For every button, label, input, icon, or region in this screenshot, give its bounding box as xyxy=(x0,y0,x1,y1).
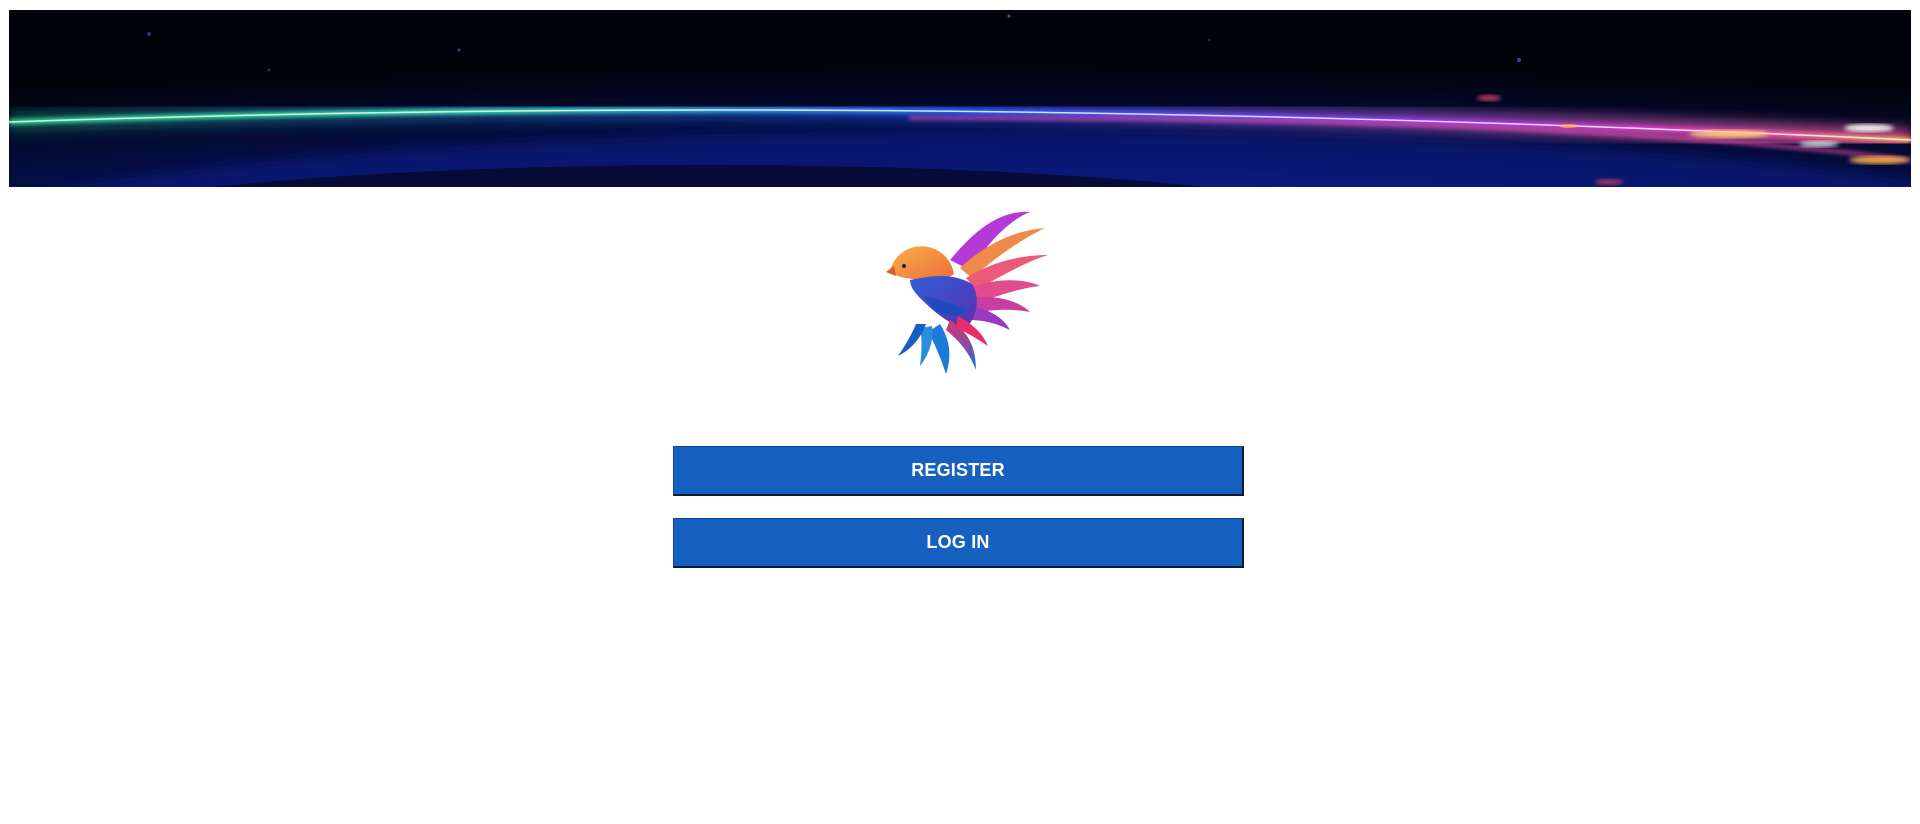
phoenix-bird-icon xyxy=(880,200,1050,375)
landing-page: REGISTER LOG IN xyxy=(0,0,1920,824)
register-button[interactable]: REGISTER xyxy=(673,446,1244,496)
header-banner xyxy=(9,10,1911,187)
space-light-streak-banner xyxy=(9,10,1911,187)
login-button[interactable]: LOG IN xyxy=(673,518,1244,568)
